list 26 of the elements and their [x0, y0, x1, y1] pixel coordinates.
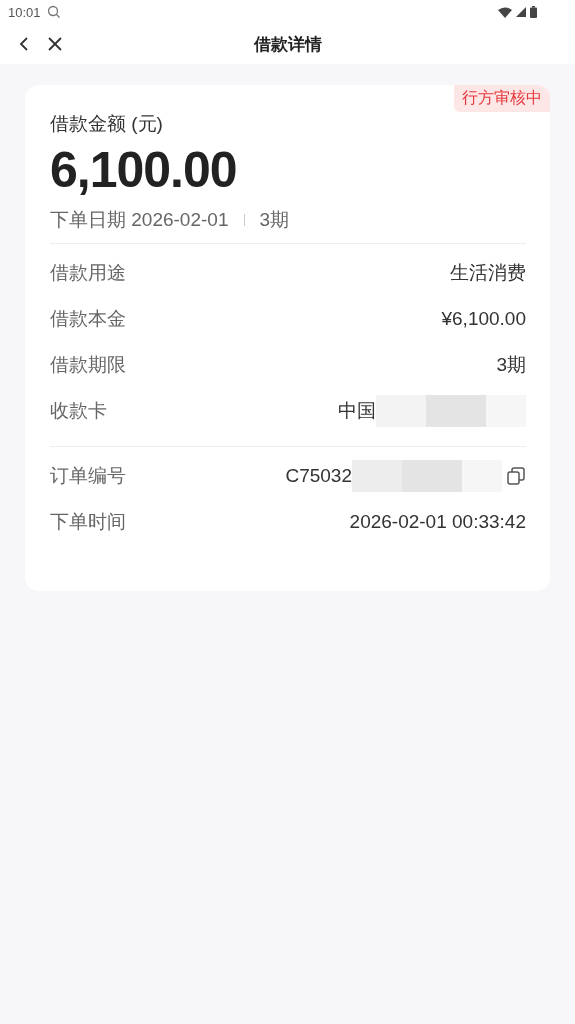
amount-label: 借款金额 (元)	[50, 112, 164, 136]
status-badge: 行方审核中	[454, 85, 550, 112]
search-icon	[46, 5, 61, 19]
field-value: C75032	[285, 465, 352, 487]
field-value: 2026-02-01 00:33:42	[349, 511, 526, 533]
wifi-icon	[498, 6, 512, 18]
back-icon[interactable]	[18, 36, 30, 52]
status-time: 10:01	[8, 4, 41, 20]
page-title: 借款详情	[253, 33, 322, 56]
field-label: 借款用途	[50, 261, 126, 285]
field-label: 下单时间	[50, 510, 126, 534]
field-value: 中国	[338, 399, 376, 423]
loan-amount: 6,100.00	[50, 141, 238, 199]
field-label: 借款本金	[50, 307, 126, 331]
loan-term: 3期	[259, 208, 290, 232]
copy-icon[interactable]	[506, 466, 526, 486]
field-value: 生活消费	[450, 261, 526, 285]
order-date: 下单日期 2026-02-01	[50, 208, 229, 232]
field-label: 借款期限	[50, 353, 126, 377]
field-label: 订单编号	[50, 464, 126, 488]
field-label: 收款卡	[50, 399, 107, 423]
battery-icon	[530, 6, 537, 18]
signal-icon	[516, 7, 526, 17]
field-value: ¥6,100.00	[441, 308, 526, 330]
close-icon[interactable]	[48, 37, 62, 51]
field-value: 3期	[496, 353, 526, 377]
